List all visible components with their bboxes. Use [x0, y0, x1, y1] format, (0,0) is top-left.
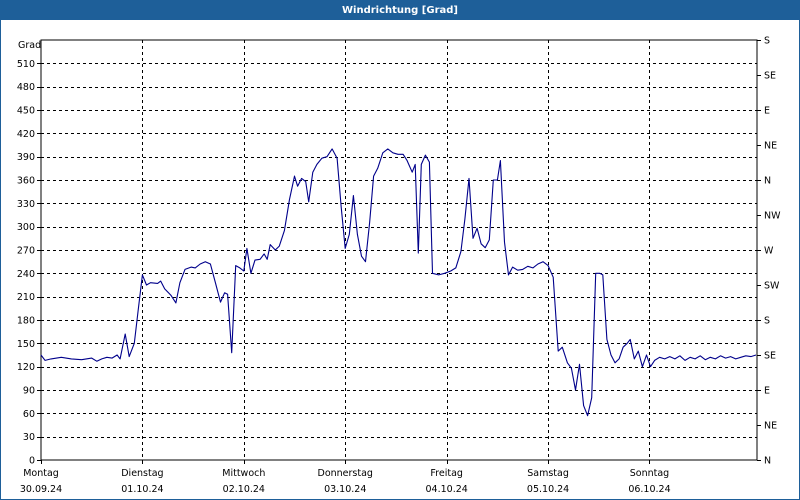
y-tick-label: 300	[17, 222, 35, 233]
y-tick-label: 420	[17, 129, 35, 140]
y-tick-label: 0	[29, 456, 35, 467]
y-tick-label: 270	[17, 246, 35, 257]
y-tick-label: 510	[17, 59, 35, 70]
compass-tick-label: NE	[764, 141, 777, 152]
series-layer	[40, 148, 757, 417]
x-tick-weekday: Mittwoch	[222, 468, 265, 479]
y-tick-label: 60	[23, 409, 35, 420]
wind-direction-chart: Grad 0 30 60 90 120 150 180 210 240 270 300 330 360 3…	[17, 36, 781, 496]
compass-tick-label: SW	[764, 281, 780, 292]
y-tick-label: 240	[17, 269, 35, 280]
x-tick-date: 05.10.24	[527, 484, 569, 495]
y-tick-label: 180	[17, 316, 35, 327]
compass-tick-label: SE	[764, 71, 776, 82]
y-tick-label: 30	[23, 432, 35, 443]
compass-tick-label: SE	[764, 351, 776, 362]
compass-tick-label: E	[764, 106, 770, 117]
grid-lines	[41, 40, 757, 460]
y-tick-label: 360	[17, 176, 35, 187]
y-tick-label: 120	[17, 362, 35, 373]
x-tick-date: 30.09.24	[20, 484, 62, 495]
y-tick-label: 480	[17, 82, 35, 93]
x-tick-date: 06.10.24	[628, 484, 670, 495]
y-tick-label: 330	[17, 199, 35, 210]
y-tick-label: 210	[17, 292, 35, 303]
wind-direction-series-line	[40, 148, 757, 417]
compass-tick-label: NE	[764, 421, 777, 432]
left-axis-ticks: 0 30 60 90 120 150 180 210 240 270 300 330 360 390 420…	[17, 59, 41, 467]
x-tick-date: 01.10.24	[121, 484, 163, 495]
x-tick-date: 02.10.24	[223, 484, 265, 495]
x-tick-weekday: Dienstag	[121, 468, 163, 479]
right-axis-ticks: N NE E SE S SW W NW N NE E SE S	[757, 36, 781, 467]
compass-tick-label: W	[764, 246, 774, 257]
compass-tick-label: E	[764, 386, 770, 397]
x-tick-date: 04.10.24	[426, 484, 468, 495]
x-tick-weekday: Sonntag	[630, 468, 669, 479]
y-tick-label: 390	[17, 152, 35, 163]
x-tick-weekday: Freitag	[430, 468, 463, 479]
compass-tick-label: NW	[764, 211, 781, 222]
x-tick-weekday: Montag	[23, 468, 59, 479]
y-tick-label: 90	[23, 386, 35, 397]
x-tick-weekday: Donnerstag	[318, 468, 373, 479]
y-axis-label: Grad	[18, 40, 41, 51]
x-tick-date: 03.10.24	[324, 484, 366, 495]
compass-tick-label: S	[764, 36, 770, 47]
x-tick-weekday: Samstag	[527, 468, 569, 479]
compass-tick-label: N	[764, 456, 771, 467]
compass-tick-label: N	[764, 176, 771, 187]
compass-tick-label: S	[764, 316, 770, 327]
x-axis-ticks: Montag 30.09.24 Dienstag 01.10.24 Mittwoch 02…	[20, 460, 671, 495]
y-tick-label: 450	[17, 106, 35, 117]
y-tick-label: 150	[17, 339, 35, 350]
